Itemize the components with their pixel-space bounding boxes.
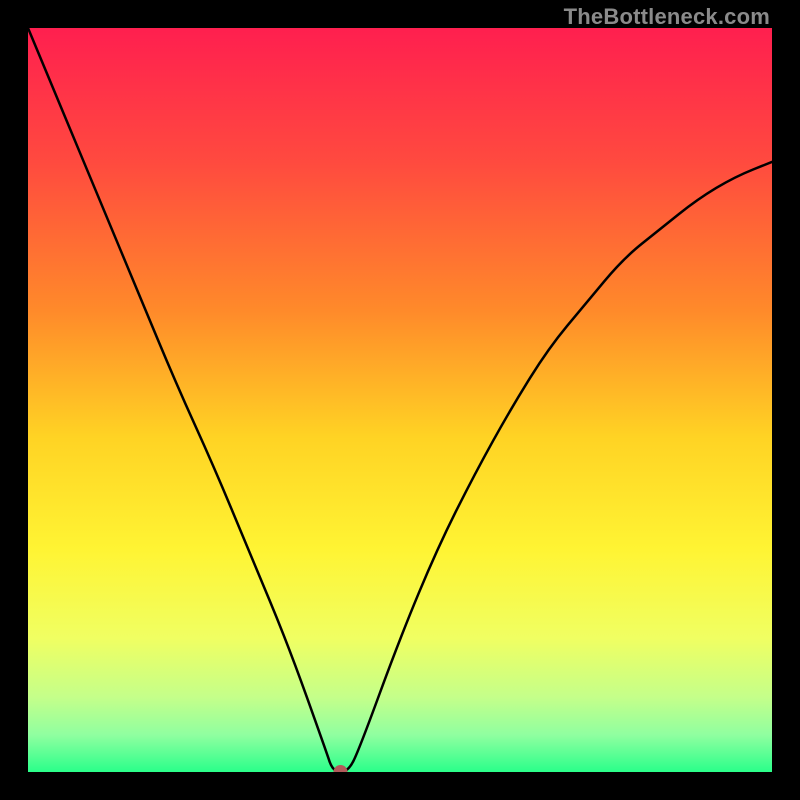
plot-area [28, 28, 772, 772]
gradient-background [28, 28, 772, 772]
watermark-text: TheBottleneck.com [564, 4, 770, 30]
chart-svg [28, 28, 772, 772]
chart-frame: TheBottleneck.com [0, 0, 800, 800]
